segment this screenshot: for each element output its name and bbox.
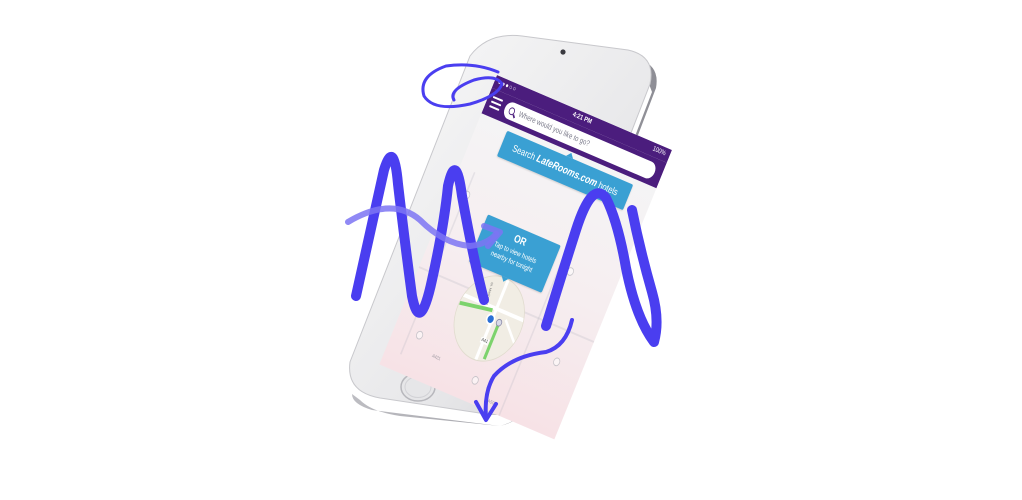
stage: ●●●○○ 4:21 PM 100% Where would you like … — [0, 0, 1022, 500]
swipe-left-gesture-stroke — [351, 151, 489, 318]
annotation-layer — [345, 63, 662, 422]
tap-loop-stroke — [421, 63, 504, 109]
pull-down-arrow-stroke — [483, 318, 574, 420]
swipe-right-gesture-stroke — [541, 188, 662, 347]
